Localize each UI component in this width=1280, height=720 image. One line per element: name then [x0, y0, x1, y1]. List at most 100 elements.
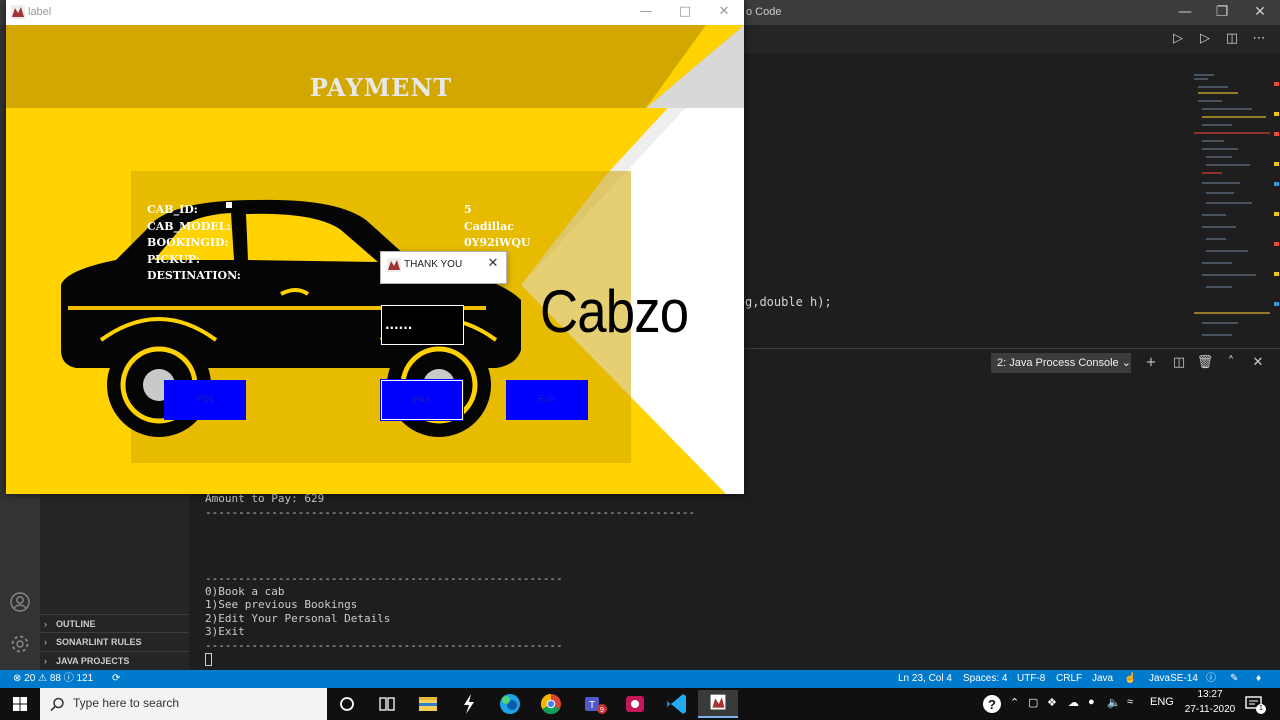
booking-id-label: BOOKINGID:: [147, 236, 229, 249]
java-runtime[interactable]: JavaSE-14: [1149, 670, 1198, 688]
task-view-icon[interactable]: [367, 690, 407, 718]
chrome-icon[interactable]: [531, 690, 571, 718]
media-app-icon[interactable]: [615, 690, 655, 718]
cortana-icon[interactable]: [327, 690, 367, 718]
notification-center-icon[interactable]: 1: [1244, 694, 1266, 714]
terminal-separator: ----------------------------------------…: [205, 506, 696, 519]
line-ending[interactable]: CRLF: [1056, 670, 1082, 688]
tray-wifi-icon[interactable]: ≈: [1127, 696, 1133, 708]
svg-text:?: ?: [988, 697, 996, 712]
error-count: 20: [24, 673, 36, 684]
chevron-right-icon: ›: [44, 619, 47, 629]
bell-icon[interactable]: ♦: [1256, 670, 1261, 688]
vscode-title: o Code: [746, 6, 782, 18]
terminal-separator: ----------------------------------------…: [205, 639, 563, 652]
thumbs-up-icon[interactable]: ☝: [1124, 670, 1136, 688]
tray-chevron-up-icon[interactable]: ⌃: [1010, 696, 1019, 709]
windows-taskbar: Type here to search T9 ? ⌃ ▢ ❖ ☁ ● 🔈 ≈ E…: [0, 688, 1280, 720]
cab-id-label: CAB_ID:: [147, 203, 198, 216]
section-label: JAVA PROJECTS: [56, 656, 130, 666]
payment-window-titlebar: label — □ ✕: [6, 0, 744, 25]
new-terminal-icon[interactable]: +: [1142, 354, 1160, 372]
close-panel-icon[interactable]: ✕: [1249, 354, 1267, 372]
cursor-position[interactable]: Ln 23, Col 4: [898, 670, 952, 688]
help-icon[interactable]: ?: [982, 694, 1002, 714]
payment-heading: PAYMENT: [309, 73, 453, 102]
more-actions-icon[interactable]: ⋯: [1249, 30, 1269, 48]
booking-id-value: 0Y92iWQU: [464, 236, 531, 249]
sidebar-section-sonarlint[interactable]: › SONARLINT RULES: [40, 632, 189, 650]
svg-text:9: 9: [600, 707, 604, 714]
run-icon[interactable]: ▷: [1168, 30, 1188, 48]
cab-model-label: CAB_MODEL:: [147, 220, 231, 233]
teams-icon[interactable]: T9: [573, 690, 613, 718]
java-app-icon[interactable]: [698, 690, 738, 718]
maximize-panel-icon[interactable]: ˄: [1222, 354, 1240, 372]
vscode-icon[interactable]: [657, 690, 697, 718]
file-explorer-icon[interactable]: [408, 690, 448, 718]
debug-icon[interactable]: ▷: [1195, 30, 1215, 48]
terminal-menu-item: 0)Book a cab: [205, 585, 285, 598]
terminal-cursor: [205, 653, 212, 666]
language-mode[interactable]: Java: [1092, 670, 1113, 688]
code-line: g,double h);: [745, 295, 832, 309]
minimize-icon[interactable]: —: [637, 4, 655, 20]
pin-input[interactable]: ......: [381, 305, 464, 345]
exit-button[interactable]: Exit: [506, 380, 588, 420]
close-icon[interactable]: ✕: [1250, 3, 1270, 21]
destination-label: DESTINATION:: [147, 269, 241, 282]
encoding[interactable]: UTF-8: [1017, 670, 1045, 688]
bolt-app-icon[interactable]: [449, 690, 489, 718]
sync-icon[interactable]: ⟳: [112, 670, 120, 688]
terminal-select-value: 2: Java Process Console: [997, 357, 1119, 369]
sidebar-section-outline[interactable]: › OUTLINE: [40, 614, 189, 632]
feedback-icon[interactable]: ✎: [1230, 670, 1238, 688]
settings-gear-icon[interactable]: [9, 633, 31, 655]
minimap[interactable]: [1192, 72, 1270, 344]
terminal-menu-item: 1)See previous Bookings: [205, 598, 358, 611]
problems-indicator[interactable]: ⊗ 20 ⚠ 88 ⓘ 121: [13, 670, 93, 688]
split-editor-icon[interactable]: ◫: [1222, 30, 1242, 48]
dialog-title: THANK YOU: [404, 259, 463, 270]
warning-count: 88: [49, 673, 61, 684]
tray-dropbox-icon[interactable]: ❖: [1047, 696, 1057, 709]
search-icon: [50, 697, 64, 712]
clock-date[interactable]: 27-11-2020: [1180, 704, 1240, 715]
tray-microphone-icon[interactable]: ●: [1088, 696, 1095, 708]
split-terminal-icon[interactable]: ◫: [1170, 354, 1188, 372]
minimize-icon[interactable]: —: [1175, 3, 1195, 21]
tray-volume-icon[interactable]: 🔈: [1107, 696, 1121, 709]
payment-window: label — □ ✕ PAYMENT CAB_ID: CAB_MODEL: B…: [6, 0, 744, 494]
terminal-menu-item: 3)Exit: [205, 625, 245, 638]
account-icon[interactable]: [9, 591, 31, 613]
close-icon[interactable]: ✕: [485, 256, 501, 272]
close-icon[interactable]: ✕: [715, 4, 733, 20]
section-label: SONARLINT RULES: [56, 637, 142, 647]
pay-button[interactable]: PAY: [380, 379, 464, 421]
cab-model-value: Cadillac: [464, 220, 514, 233]
terminal-menu-item: 2)Edit Your Personal Details: [205, 612, 391, 625]
cab-id-value: 5: [464, 203, 472, 216]
tray-battery-icon[interactable]: ▢: [1028, 696, 1038, 709]
warning-icon: ⚠: [38, 673, 48, 684]
terminal-select[interactable]: 2: Java Process Console ⌄: [991, 353, 1131, 373]
error-icon: ⊗: [13, 673, 22, 684]
windows-start-icon[interactable]: [0, 688, 40, 720]
edge-icon[interactable]: [490, 690, 530, 718]
indentation[interactable]: Spaces: 4: [963, 670, 1007, 688]
pin-button[interactable]: PIN: [164, 380, 246, 420]
chevron-right-icon: ›: [44, 656, 47, 666]
clock-time[interactable]: 13:27: [1180, 689, 1240, 700]
restore-icon[interactable]: ❐: [1212, 3, 1232, 21]
sidebar-section-java-projects[interactable]: › JAVA PROJECTS: [40, 651, 189, 669]
taskbar-search[interactable]: Type here to search: [40, 688, 327, 720]
tray-onedrive-icon[interactable]: ☁: [1068, 696, 1079, 709]
maximize-icon[interactable]: □: [676, 4, 694, 20]
info-icon[interactable]: ⓘ: [1206, 670, 1216, 688]
pickup-label: PICKUP:: [147, 253, 200, 266]
status-bar: ⊗ 20 ⚠ 88 ⓘ 121 ⟳ Ln 23, Col 4 Spaces: 4…: [0, 670, 1280, 688]
search-placeholder: Type here to search: [73, 696, 180, 710]
trash-icon[interactable]: 🗑: [1196, 354, 1214, 372]
payment-window-title: label: [28, 6, 52, 18]
input-language[interactable]: ENG: [1150, 696, 1174, 708]
